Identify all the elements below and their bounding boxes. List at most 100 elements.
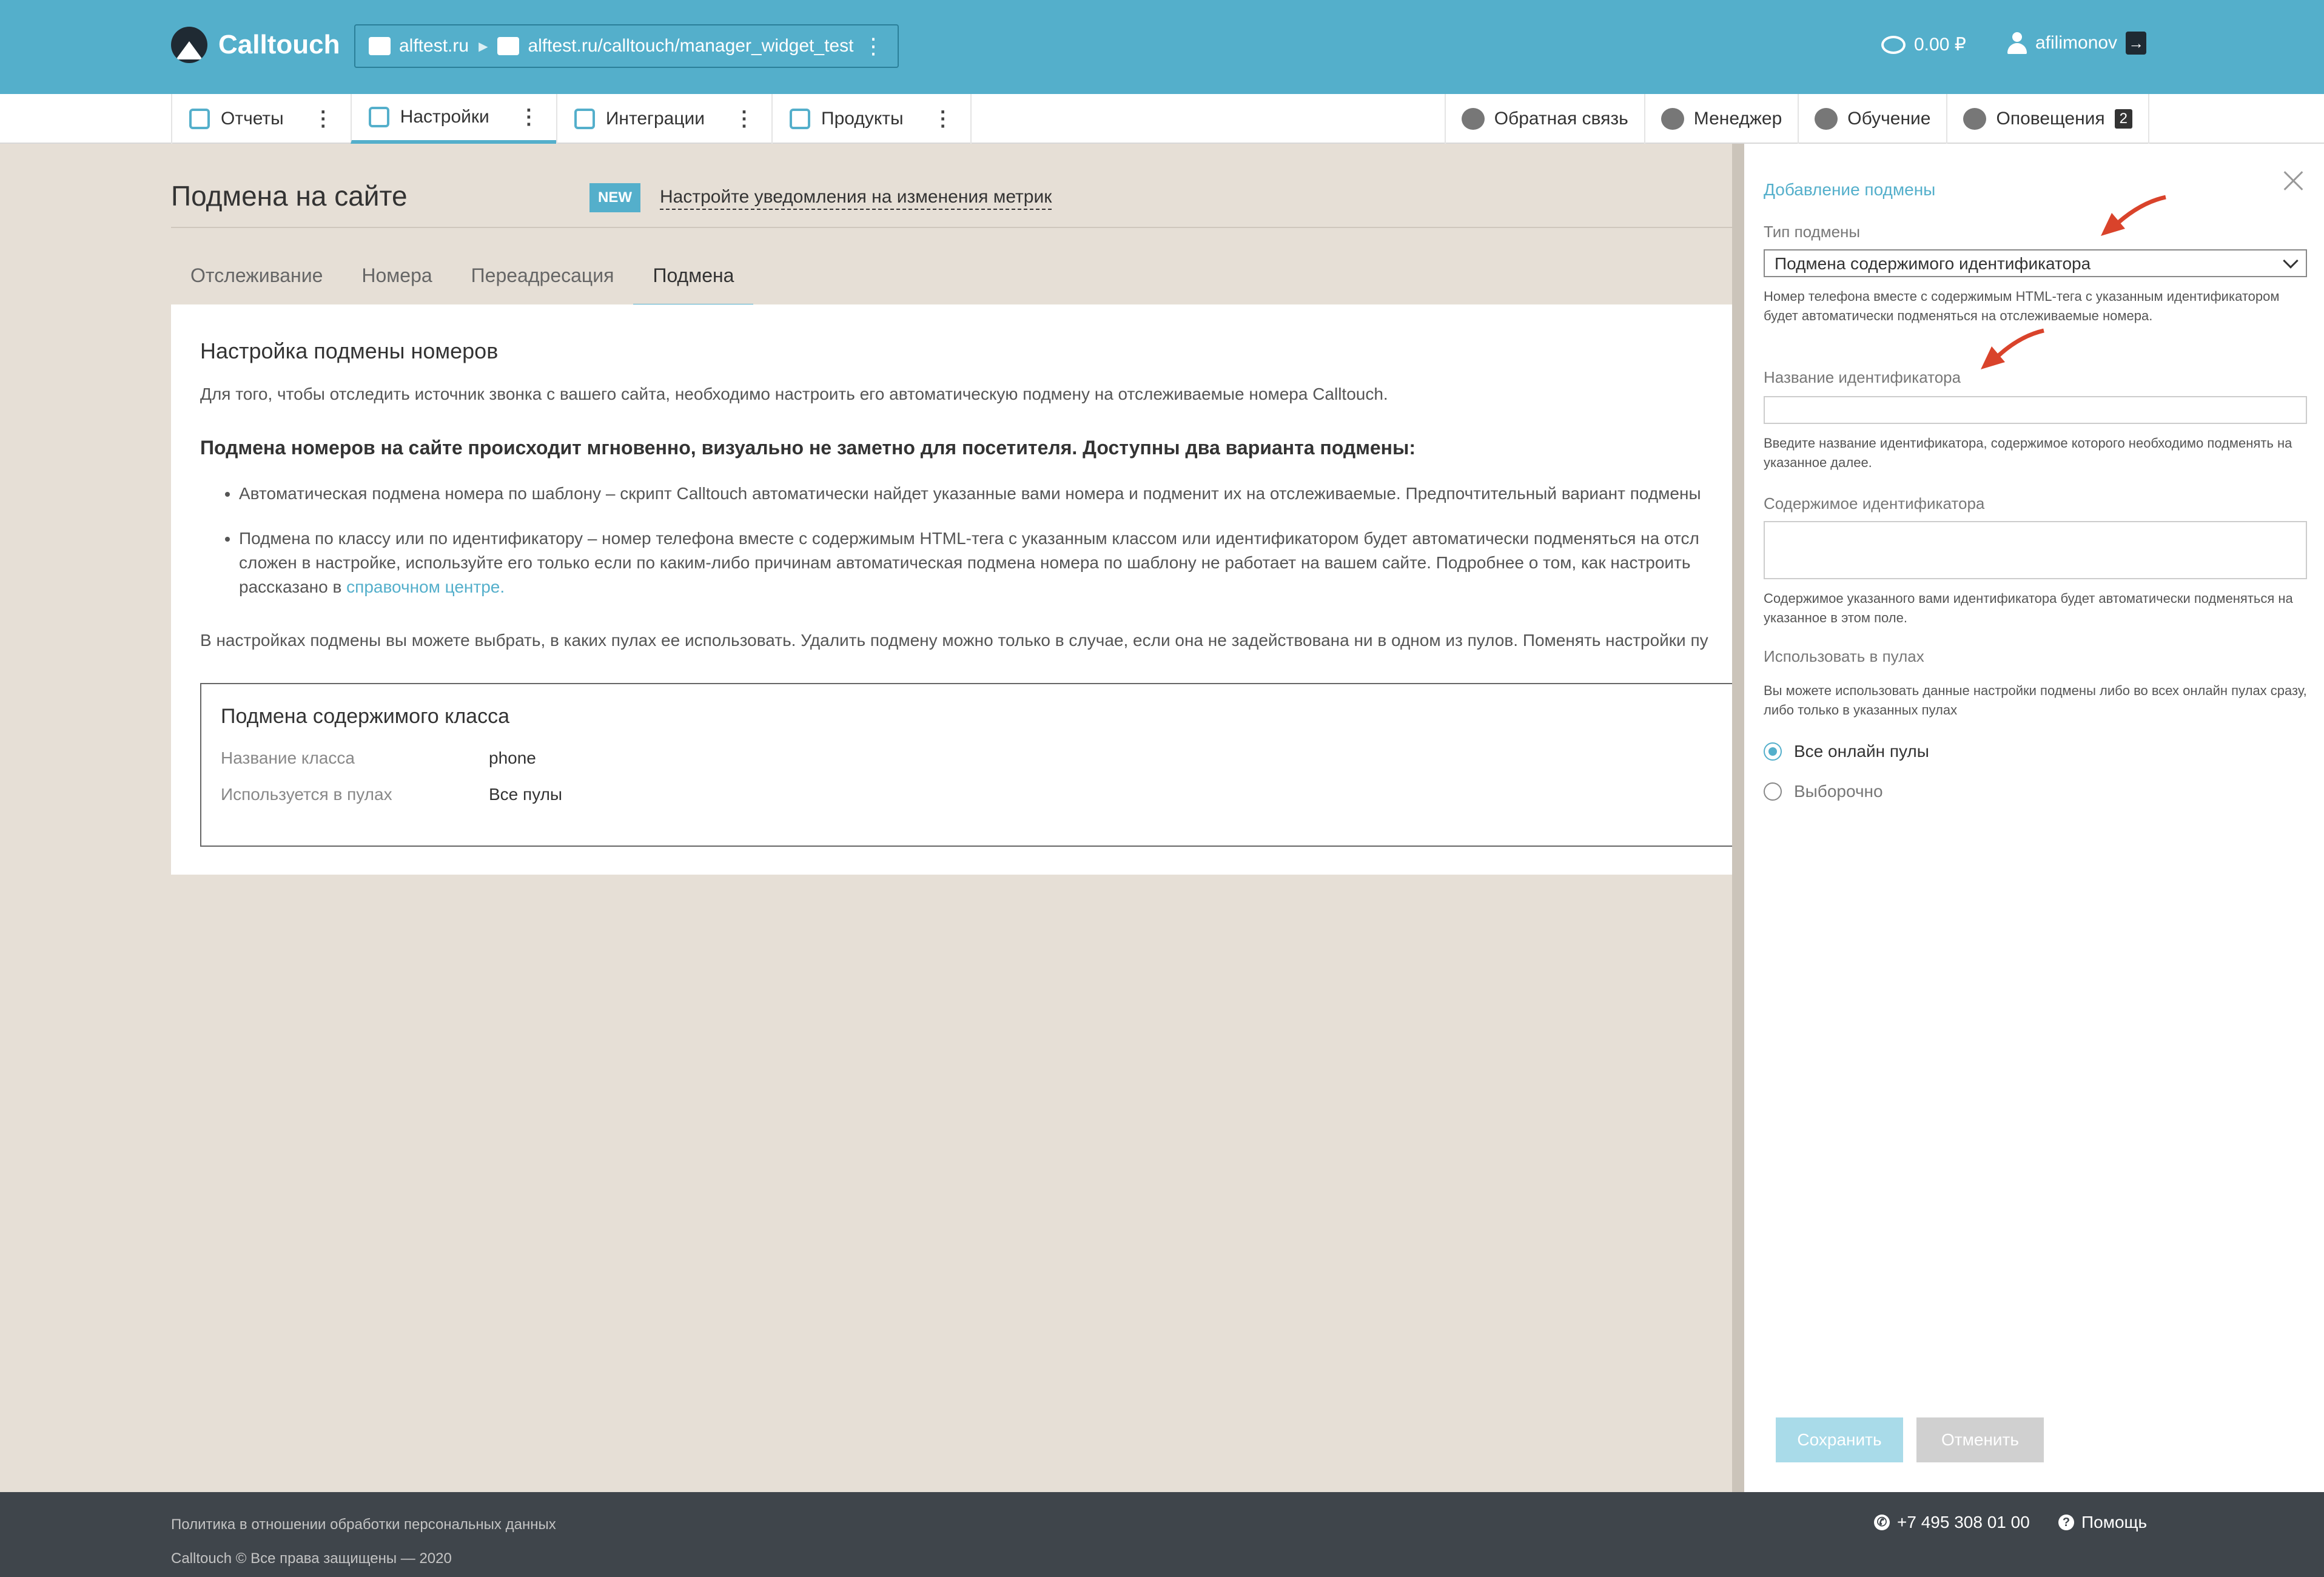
feedback-icon [1461,108,1485,130]
panel-title: Добавление подмены [1764,180,1936,199]
red-arrow-icon [1981,328,2044,369]
content-card: Настройка подмены номеров Для того, чтоб… [171,304,1753,875]
kebab-icon[interactable]: ⋮ [933,107,953,131]
nav-item-education[interactable]: Обучение [1798,94,1946,144]
nav-item-settings[interactable]: Настройки ⋮ [350,94,556,144]
bullet-text: рассказано в [239,577,347,596]
pools-label: Использовать в пулах [1764,647,1924,665]
balance-value: 0.00 ₽ [1914,35,1966,55]
detail-key: Название класса [221,748,355,767]
help-center-link[interactable]: справочном центре. [346,577,505,596]
main-nav: Отчеты ⋮ Настройки ⋮ Интеграции ⋮ Продук… [0,94,2324,144]
logo-mark-icon [171,27,207,63]
type-label: Тип подмены [1764,223,1861,241]
box-title: Подмена содержимого класса [221,705,509,728]
nav-label: Менеджер [1693,109,1782,129]
calltouch-logo[interactable]: Calltouch [171,27,340,63]
cancel-button[interactable]: Отменить [1916,1417,2044,1462]
manager-icon [1661,108,1684,130]
nav-label: Обучение [1847,109,1931,129]
close-icon[interactable] [2282,168,2306,192]
tab-numbers[interactable]: Номера [342,255,451,309]
nav-item-notifications[interactable]: Оповещения 2 [1946,94,2149,144]
nav-item-feedback[interactable]: Обратная связь [1444,94,1644,144]
detail-value: Все пулы [489,785,563,804]
tab-tracking[interactable]: Отслеживание [171,255,342,309]
tabs: Отслеживание Номера Переадресация Подмен… [171,255,754,309]
phone-number: +7 495 308 01 00 [1897,1513,2030,1532]
breadcrumb-arrow-icon: ▶ [479,39,488,53]
list-item: Автоматическая подмена номера по шаблону… [239,482,1743,506]
radio-label: Все онлайн пулы [1794,742,1929,761]
identifier-name-input[interactable] [1764,396,2307,424]
radio-selected-pools[interactable]: Выборочно [1764,782,1883,801]
phone-icon: ✆ [1874,1515,1890,1530]
user-icon [2007,32,2027,54]
substitution-type-select[interactable]: Подмена содержимого идентификатора [1764,249,2307,277]
site-path[interactable]: alftest.ru/calltouch/manager_widget_test [528,36,853,56]
select-value: Подмена содержимого идентификатора [1775,254,2091,273]
balance[interactable]: 0.00 ₽ [1881,34,1966,55]
help-link[interactable]: ? Помощь [2058,1513,2147,1532]
nav-label: Продукты [821,109,904,129]
site-menu-kebab-icon[interactable]: ⋮ [862,34,884,58]
nav-label: Настройки [400,107,489,127]
chevron-down-icon [2283,253,2299,269]
radio-button[interactable] [1764,742,1782,761]
notification-count-badge: 2 [2114,109,2132,129]
id-name-help: Введите название идентификатора, содержи… [1764,435,2292,470]
tab-redirect[interactable]: Переадресация [452,255,634,309]
add-substitution-panel: Добавление подмены Тип подмены Подмена с… [1744,144,2324,1492]
class-substitution-box[interactable]: Подмена содержимого класса Название клас… [200,683,1753,847]
detail-row: Используется в пулах Все пулы [221,785,562,804]
nav-label: Интеграции [605,109,705,129]
help-label: Помощь [2081,1513,2148,1532]
identifier-content-input[interactable] [1764,521,2307,579]
question-icon: ? [2058,1515,2074,1530]
user-menu[interactable]: afilimonov → [2007,32,2147,55]
radio-button[interactable] [1764,782,1782,801]
privacy-link[interactable]: Политика в отношении обработки персональ… [171,1516,556,1533]
report-icon [189,109,210,129]
bullet-text: Подмена по классу или по идентификатору … [239,529,1699,548]
red-arrow-icon [2101,195,2166,236]
options-list: Автоматическая подмена номера по шаблону… [239,482,1743,620]
metrics-notification-link[interactable]: Настройте уведомления на изменения метри… [660,187,1052,210]
bullet-text: сложен в настройке, используйте его толь… [239,553,1691,572]
username: afilimonov [2035,33,2118,53]
save-button[interactable]: Сохранить [1776,1417,1903,1462]
nav-item-products[interactable]: Продукты ⋮ [771,94,972,144]
nav-label: Оповещения [1996,109,2105,129]
list-item: Подмена по классу или по идентификатору … [239,526,1743,599]
new-badge: NEW [589,183,640,212]
id-name-label: Название идентификатора [1764,368,1961,386]
id-content-label: Содержимое идентификатора [1764,494,1985,513]
divider [171,227,1748,228]
section-heading: Настройка подмены номеров [200,338,499,363]
support-phone[interactable]: ✆ +7 495 308 01 00 [1874,1513,2030,1532]
settings-icon [368,107,389,127]
tab-substitution[interactable]: Подмена [633,255,754,309]
id-content-help: Содержимое указанного вами идентификатор… [1764,591,2293,625]
education-icon [1815,108,1838,130]
kebab-icon[interactable]: ⋮ [313,107,334,131]
logout-icon[interactable]: → [2126,32,2147,55]
radio-all-pools[interactable]: Все онлайн пулы [1764,742,1929,761]
nav-item-integrations[interactable]: Интеграции ⋮ [556,94,771,144]
nav-item-manager[interactable]: Менеджер [1644,94,1798,144]
kebab-icon[interactable]: ⋮ [734,107,754,131]
site-selector[interactable]: alftest.ru ▶ alftest.ru/calltouch/manage… [354,24,899,68]
site-name[interactable]: alftest.ru [399,36,469,56]
nav-label: Обратная связь [1494,109,1628,129]
products-icon [790,109,811,129]
radio-label: Выборочно [1794,782,1883,801]
briefcase-icon [369,37,391,55]
detail-value: phone [489,748,536,767]
bell-icon [1963,108,1987,130]
type-help: Номер телефона вместе с содержимым HTML-… [1764,289,2280,323]
kebab-icon[interactable]: ⋮ [519,105,539,129]
intro-text: Для того, чтобы отследить источник звонк… [200,385,1388,403]
browser-window-icon [497,37,520,55]
pools-help: Вы можете использовать данные настройки … [1764,683,2307,718]
nav-item-reports[interactable]: Отчеты ⋮ [171,94,351,144]
